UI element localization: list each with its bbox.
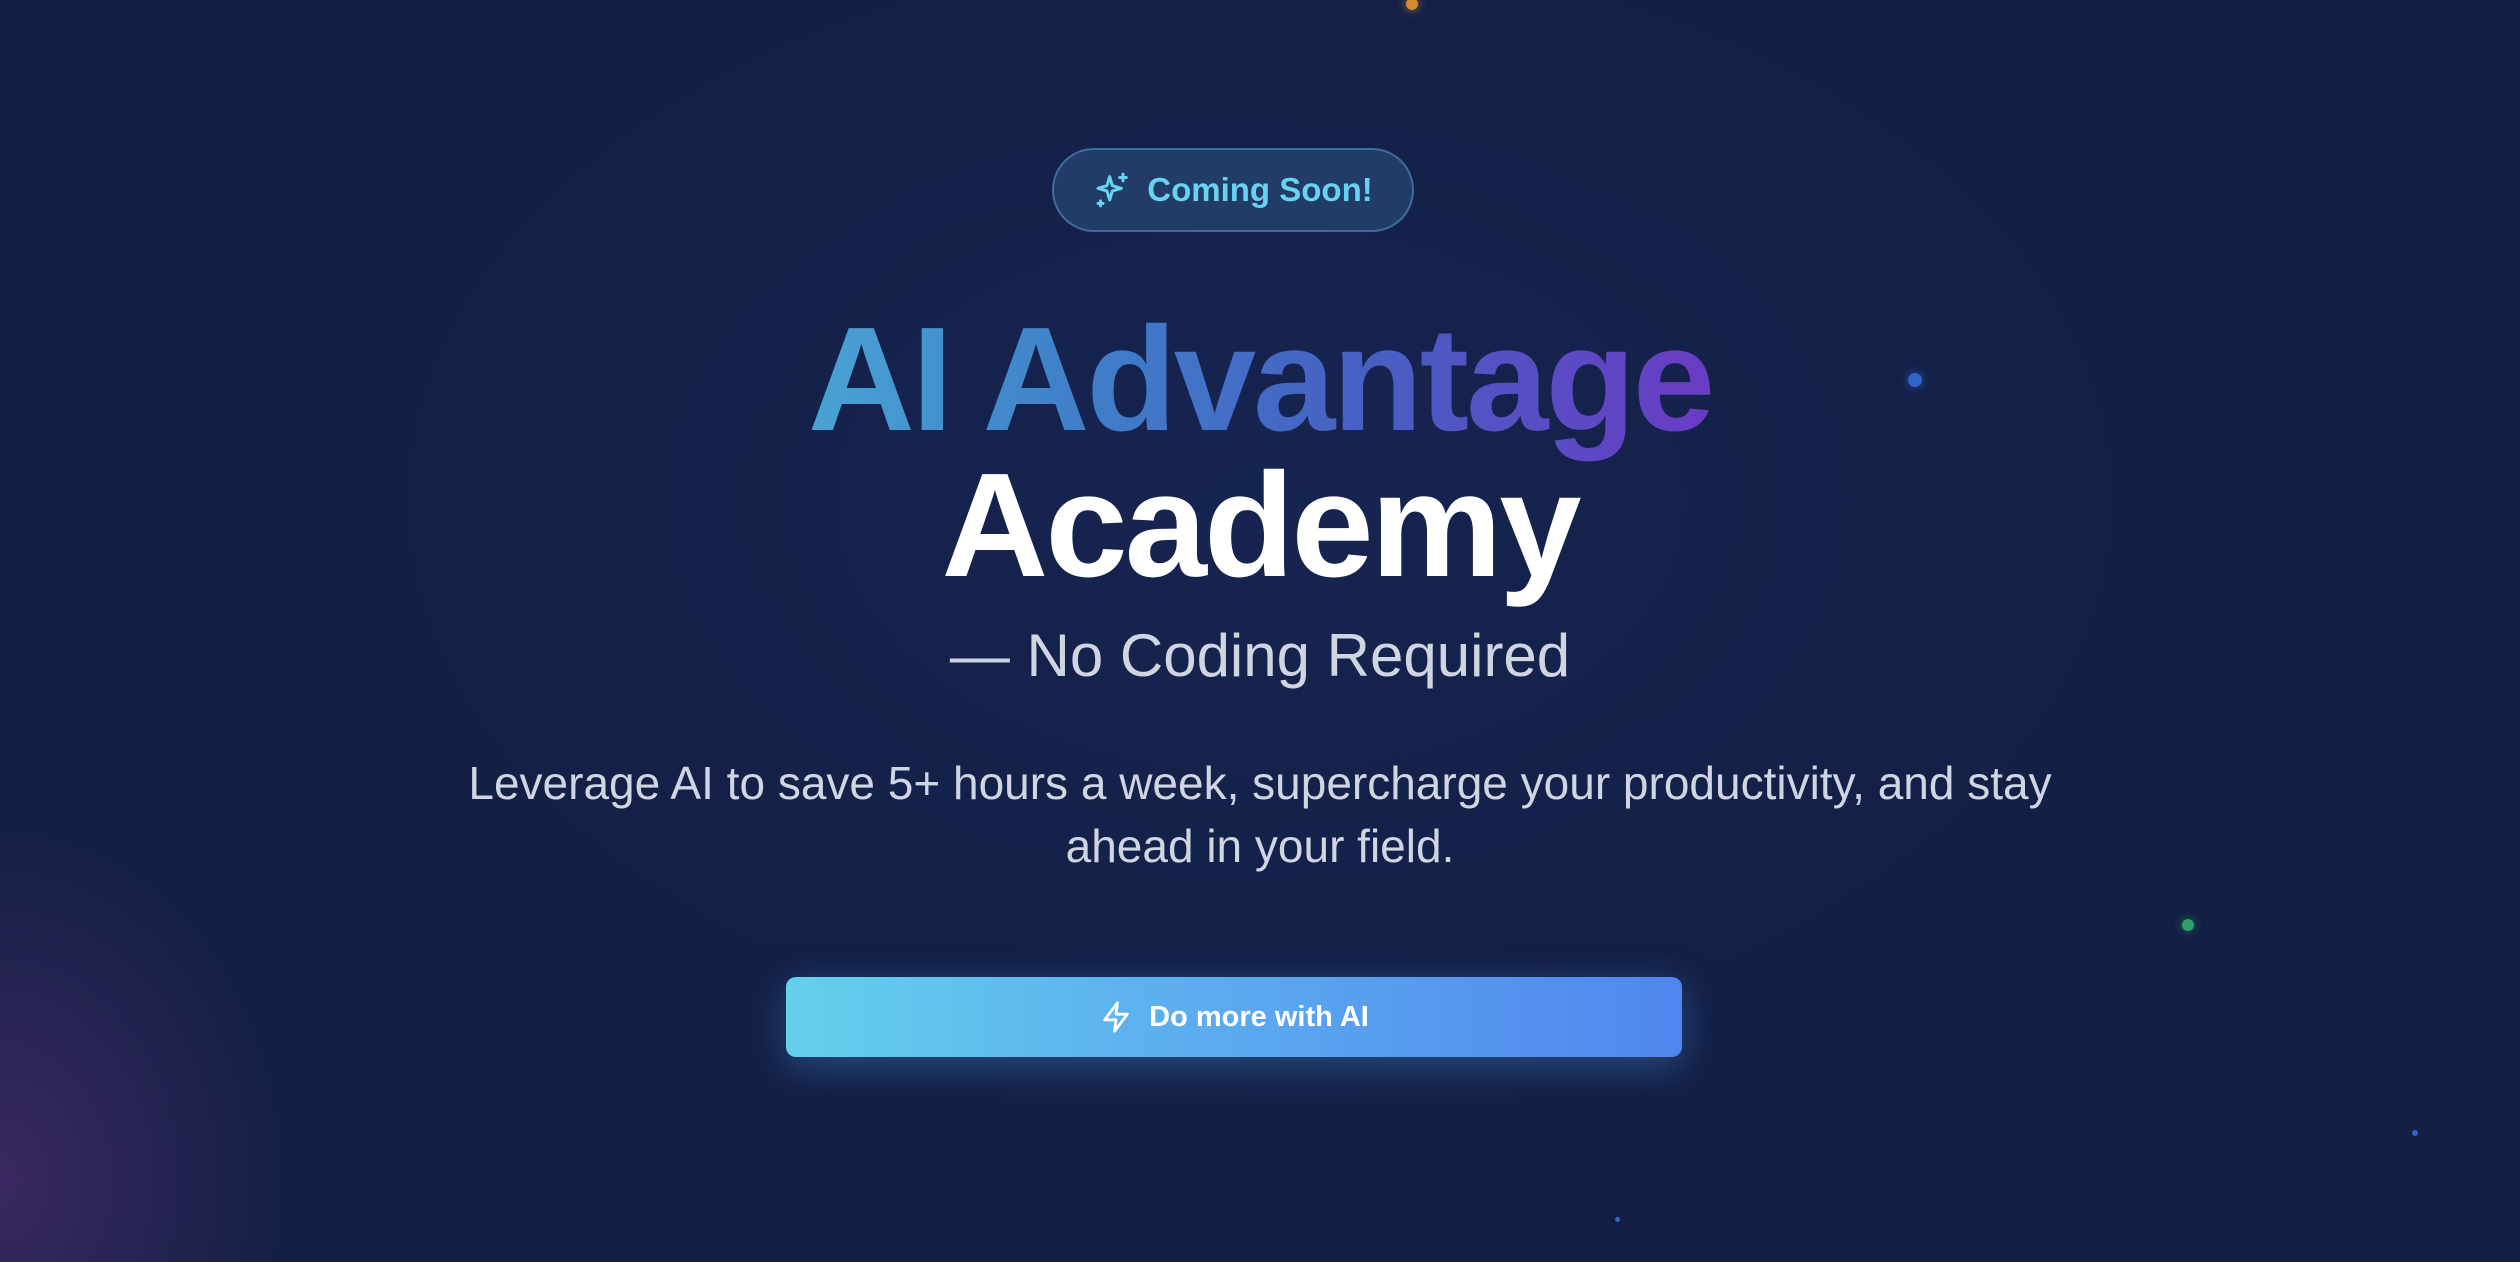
- hero-title-plain: Academy: [941, 443, 1581, 608]
- cta-label: Do more with AI: [1149, 1000, 1369, 1033]
- coming-soon-badge: Coming Soon!: [1052, 148, 1414, 232]
- do-more-with-ai-button[interactable]: Do more with AI: [786, 977, 1682, 1057]
- badge-label: Coming Soon!: [1147, 171, 1373, 208]
- landing-page: Coming Soon! AI Advantage Academy — No C…: [0, 0, 2520, 1262]
- hero-description: Leverage AI to save 5+ hours a week, sup…: [468, 757, 2052, 872]
- hero-title-gradient-text: AI Advantage: [807, 297, 1715, 462]
- decorative-dot: [2412, 1130, 2418, 1136]
- decorative-dot: [1615, 1217, 1620, 1222]
- hero-title-highlight: AI Advantage: [0, 296, 2520, 464]
- sparkle-icon: [1093, 170, 1133, 210]
- decorative-dot: [2182, 919, 2194, 931]
- bolt-icon: [1099, 1000, 1133, 1034]
- decorative-dot: [1406, 0, 1418, 10]
- hero-subtitle: — No Coding Required: [949, 622, 1571, 689]
